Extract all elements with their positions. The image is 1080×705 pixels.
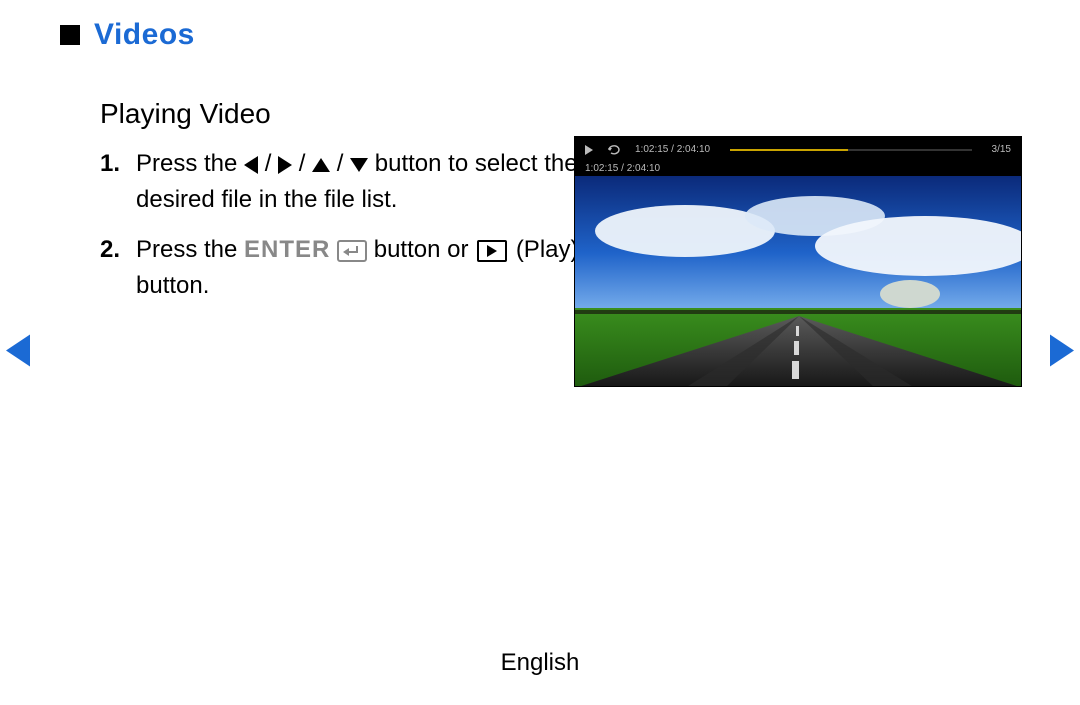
- play-icon: [585, 145, 593, 155]
- section-title-row: Videos: [60, 18, 1020, 52]
- step-2: 2. Press the ENTER button or: [100, 232, 590, 304]
- steps-list: 1. Press the / / /: [100, 146, 590, 304]
- progress-bar: [730, 149, 971, 151]
- text-fragment: Press the: [136, 236, 244, 263]
- text-fragment: /: [265, 150, 278, 177]
- triangle-left-icon: [244, 156, 258, 174]
- play-boxed-icon: [477, 240, 507, 262]
- text-fragment: Press the: [136, 150, 244, 177]
- language-label: English: [501, 649, 580, 677]
- playback-time-top: 1:02:15 / 2:04:10: [635, 144, 710, 155]
- step-body: Press the / / /: [136, 146, 590, 218]
- text-fragment: button or: [374, 236, 475, 263]
- repeat-icon: [607, 144, 621, 156]
- text-fragment: /: [337, 150, 350, 177]
- text-fragment: /: [299, 150, 312, 177]
- step-body: Press the ENTER button or (Play) butto: [136, 232, 590, 304]
- section-title: Videos: [94, 18, 195, 52]
- progress-fill: [730, 149, 848, 151]
- triangle-down-icon: [350, 158, 368, 172]
- step-number: 2.: [100, 232, 126, 304]
- step-1: 1. Press the / / /: [100, 146, 590, 218]
- triangle-up-icon: [312, 158, 330, 172]
- playlist-count: 3/15: [992, 144, 1011, 155]
- video-top-bar: 1:02:15 / 2:04:10 3/15: [575, 137, 1021, 162]
- next-page-button[interactable]: [1050, 334, 1074, 371]
- enter-icon: [337, 240, 367, 262]
- subheading: Playing Video: [100, 98, 1020, 130]
- playback-time-sub: 1:02:15 / 2:04:10: [585, 163, 660, 174]
- step-number: 1.: [100, 146, 126, 218]
- video-scene-image: [575, 176, 1021, 387]
- page: Videos Playing Video 1. Press the / /: [0, 0, 1080, 705]
- video-player-thumbnail: 1:02:15 / 2:04:10 3/15 1:02:15 / 2:04:10: [574, 136, 1022, 387]
- enter-label: ENTER: [244, 236, 330, 263]
- video-sub-bar: 1:02:15 / 2:04:10: [575, 162, 1021, 176]
- prev-page-button[interactable]: [6, 334, 30, 371]
- triangle-right-icon: [278, 156, 292, 174]
- square-bullet-icon: [60, 25, 80, 45]
